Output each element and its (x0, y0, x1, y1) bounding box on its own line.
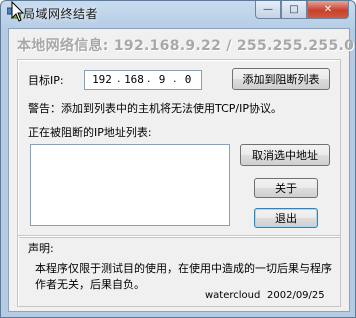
close-button[interactable]: ✕ (307, 1, 349, 19)
window-title: 局域网终结者 (23, 7, 99, 21)
exit-button[interactable]: 退出 (254, 208, 318, 228)
ip-octet-2[interactable]: 168 (123, 73, 145, 86)
declaration-title: 声明: (28, 242, 54, 255)
title-bar[interactable]: 局域网终结者 — □ ✕ (1, 1, 355, 27)
local-network-info: 本地网络信息: 192.168.9.22 / 255.255.255.0 (17, 35, 354, 55)
local-network-label: 本地网络信息: (17, 38, 109, 54)
minimize-button[interactable]: — (255, 1, 281, 19)
target-ip-label: 目标IP: (28, 74, 64, 87)
ip-dot: . (147, 72, 151, 85)
ip-octet-1[interactable]: 192 (91, 73, 113, 86)
mouse-pointer-icon (11, 1, 25, 22)
cancel-selected-button[interactable]: 取消选中地址 (240, 144, 330, 166)
add-to-block-list-button[interactable]: 添加到阻断列表 (232, 68, 330, 90)
ip-dot: . (173, 72, 177, 85)
main-window: 局域网终结者 — □ ✕ 本地网络信息: 192.168.9.22 / 255.… (0, 0, 356, 318)
ip-octet-4[interactable]: 0 (177, 73, 199, 86)
maximize-button[interactable]: □ (281, 1, 307, 19)
blocked-ip-list[interactable] (30, 144, 230, 226)
main-group: 目标IP: 192 . 168 . 9 . 0 添加到阻断列表 警告：添加到列表… (17, 59, 341, 238)
release-date: 2002/09/25 (267, 290, 325, 301)
warning-text: 警告：添加到列表中的主机将无法使用TCP/IP协议。 (28, 102, 282, 115)
declaration-text: 本程序仅限于测试目的使用，在使用中造成的一切后果与程序作者无关，后果自负。 (35, 262, 332, 291)
client-area: 本地网络信息: 192.168.9.22 / 255.255.255.0 目标I… (8, 28, 354, 312)
target-ip-input[interactable]: 192 . 168 . 9 . 0 (84, 70, 202, 90)
ip-octet-3[interactable]: 9 (151, 73, 173, 86)
author-name: watercloud (205, 290, 261, 301)
ip-dot: . (117, 72, 121, 85)
window-controls: — □ ✕ (255, 1, 349, 21)
about-button[interactable]: 关于 (254, 178, 318, 198)
local-network-value: 192.168.9.22 / 255.255.255.0 (113, 38, 355, 54)
blocked-list-label: 正在被阻断的IP地址列表: (28, 126, 152, 139)
